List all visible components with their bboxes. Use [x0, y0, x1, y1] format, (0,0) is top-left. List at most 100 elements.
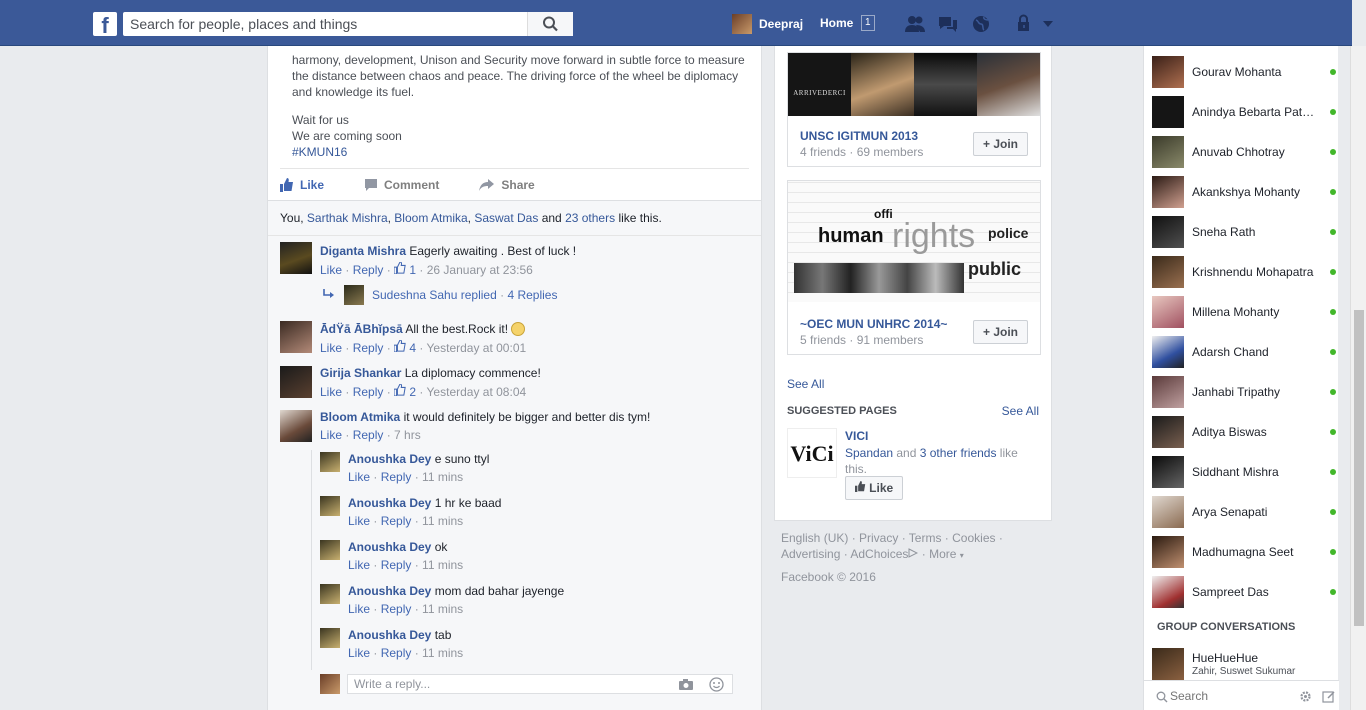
messages-icon[interactable]: [937, 14, 959, 34]
chat-contact[interactable]: Sneha Rath: [1152, 216, 1337, 248]
chat-search-input[interactable]: [1170, 687, 1290, 705]
reply-reply-link[interactable]: Reply: [381, 514, 412, 528]
replier-name[interactable]: Anoushka Dey: [348, 584, 431, 598]
reply-reply-link[interactable]: Reply: [381, 558, 412, 572]
chat-group[interactable]: HueHueHue Zahir, Suswet Sukumar: [1152, 648, 1337, 680]
replies-toggle[interactable]: [322, 286, 336, 300]
commenter-name[interactable]: Bloom Atmika: [320, 410, 400, 424]
replier-name[interactable]: Anoushka Dey: [348, 452, 431, 466]
reply-text: 1 hr ke baad: [434, 496, 502, 510]
friend-link[interactable]: Spandan: [845, 446, 893, 460]
chat-contact[interactable]: Madhumagna Seet: [1152, 536, 1337, 568]
commenter-avatar[interactable]: [280, 366, 312, 398]
share-button[interactable]: Share: [479, 178, 535, 192]
chat-contact[interactable]: Aditya Biswas: [1152, 416, 1337, 448]
hashtag-link[interactable]: #KMUN16: [292, 144, 749, 160]
replier-avatar[interactable]: [320, 452, 340, 472]
comment-like-count[interactable]: 4: [393, 339, 416, 355]
home-link[interactable]: Home: [820, 16, 853, 30]
reply-input[interactable]: [348, 675, 668, 693]
chat-contact[interactable]: Janhabi Tripathy: [1152, 376, 1337, 408]
commenter-avatar[interactable]: [280, 321, 312, 353]
chat-contact[interactable]: Anindya Bebarta Pat…: [1152, 96, 1337, 128]
profile-link[interactable]: Deepraj: [732, 14, 803, 34]
reply-reply-link[interactable]: Reply: [381, 646, 412, 660]
commenter-name[interactable]: Diganta Mishra: [320, 244, 406, 258]
reply-like-link[interactable]: Like: [348, 470, 370, 484]
group-name[interactable]: UNSC IGITMUN 2013: [800, 129, 918, 143]
privacy-shortcuts-icon[interactable]: [1015, 14, 1037, 34]
comment-like-count[interactable]: 2: [393, 383, 416, 399]
reply-like-link[interactable]: Like: [348, 514, 370, 528]
comment-button[interactable]: Comment: [364, 178, 439, 192]
comment-reply-link[interactable]: Reply: [353, 263, 384, 277]
commenter-avatar[interactable]: [280, 242, 312, 274]
like-page-button[interactable]: Like: [845, 476, 903, 500]
liker-link[interactable]: Saswat Das: [474, 211, 538, 225]
friend-requests-icon[interactable]: [904, 14, 926, 34]
replier-name[interactable]: Anoushka Dey: [348, 496, 431, 510]
commenter-avatar[interactable]: [280, 410, 312, 442]
group-name[interactable]: ~OEC MUN UNHRC 2014~: [800, 317, 947, 331]
comment-reply-link[interactable]: Reply: [353, 428, 384, 442]
chat-contact[interactable]: Krishnendu Mohapatra: [1152, 256, 1337, 288]
commenter-name[interactable]: ĀdŸā ĀBhĭpsā: [320, 322, 403, 336]
chat-contact[interactable]: Akankshya Mohanty: [1152, 176, 1337, 208]
search-bar: [123, 12, 573, 36]
chat-contact[interactable]: Arya Senapati: [1152, 496, 1337, 528]
search-input[interactable]: [123, 12, 527, 36]
notifications-globe-icon[interactable]: [970, 14, 992, 34]
join-group-button[interactable]: + Join: [973, 132, 1028, 156]
reply-like-link[interactable]: Like: [348, 646, 370, 660]
adchoices-link[interactable]: Advertising · AdChoices: [781, 547, 908, 561]
group-cover[interactable]: ARRIVEDERCI: [788, 53, 1040, 116]
replier-name[interactable]: Anoushka Dey: [348, 540, 431, 554]
footer-links[interactable]: English (UK) · Privacy · Terms · Cookies…: [781, 530, 1021, 546]
facebook-logo-icon[interactable]: f: [93, 12, 117, 36]
friends-link[interactable]: 3 other friends: [920, 446, 997, 460]
chat-contact[interactable]: Adarsh Chand: [1152, 336, 1337, 368]
reply-like-link[interactable]: Like: [348, 558, 370, 572]
search-button[interactable]: [527, 12, 573, 36]
chat-contact[interactable]: Sampreet Das: [1152, 576, 1337, 608]
liker-link[interactable]: Sarthak Mishra: [307, 211, 388, 225]
join-group-button[interactable]: + Join: [973, 320, 1028, 344]
group-cover[interactable]: human rights offi police public: [788, 181, 1040, 302]
replier-avatar[interactable]: [320, 584, 340, 604]
chevron-down-icon[interactable]: [1040, 14, 1062, 34]
comment-like-link[interactable]: Like: [320, 428, 342, 442]
reply-like-link[interactable]: Like: [348, 602, 370, 616]
like-button[interactable]: Like: [280, 177, 324, 192]
replied-summary[interactable]: Sudeshna Sahu replied · 4 Replies: [372, 288, 557, 302]
page-logo[interactable]: ViCi: [787, 428, 837, 478]
see-all-groups-link[interactable]: See All: [787, 377, 824, 391]
replier-avatar[interactable]: [320, 496, 340, 516]
chat-contact[interactable]: Anuvab Chhotray: [1152, 136, 1337, 168]
page-scrollbar[interactable]: [1350, 46, 1366, 710]
chat-contact[interactable]: Millena Mohanty: [1152, 296, 1337, 328]
comment-reply-link[interactable]: Reply: [353, 385, 384, 399]
chat-contact[interactable]: Gourav Mohanta: [1152, 56, 1337, 88]
reply-reply-link[interactable]: Reply: [381, 470, 412, 484]
others-link[interactable]: 23 others: [565, 211, 615, 225]
more-link[interactable]: · More: [918, 547, 957, 561]
comment-like-link[interactable]: Like: [320, 385, 342, 399]
comment-like-count[interactable]: 1: [393, 261, 416, 277]
replier-name[interactable]: Anoushka Dey: [348, 628, 431, 642]
camera-icon[interactable]: [678, 678, 694, 691]
liker-link[interactable]: Bloom Atmika: [394, 211, 467, 225]
see-all-pages-link[interactable]: See All: [1002, 404, 1039, 418]
comment-like-link[interactable]: Like: [320, 341, 342, 355]
new-message-icon[interactable]: [1322, 690, 1335, 703]
comment-like-link[interactable]: Like: [320, 263, 342, 277]
emoji-icon[interactable]: [709, 677, 724, 692]
chat-contact[interactable]: Siddhant Mishra: [1152, 456, 1337, 488]
comment-reply-link[interactable]: Reply: [353, 341, 384, 355]
commenter-name[interactable]: Girija Shankar: [320, 366, 401, 380]
reply-reply-link[interactable]: Reply: [381, 602, 412, 616]
replier-avatar[interactable]: [320, 540, 340, 560]
scrollbar-thumb[interactable]: [1354, 310, 1364, 626]
gear-icon[interactable]: [1299, 690, 1312, 703]
page-name[interactable]: VICI: [845, 429, 868, 443]
replier-avatar[interactable]: [320, 628, 340, 648]
